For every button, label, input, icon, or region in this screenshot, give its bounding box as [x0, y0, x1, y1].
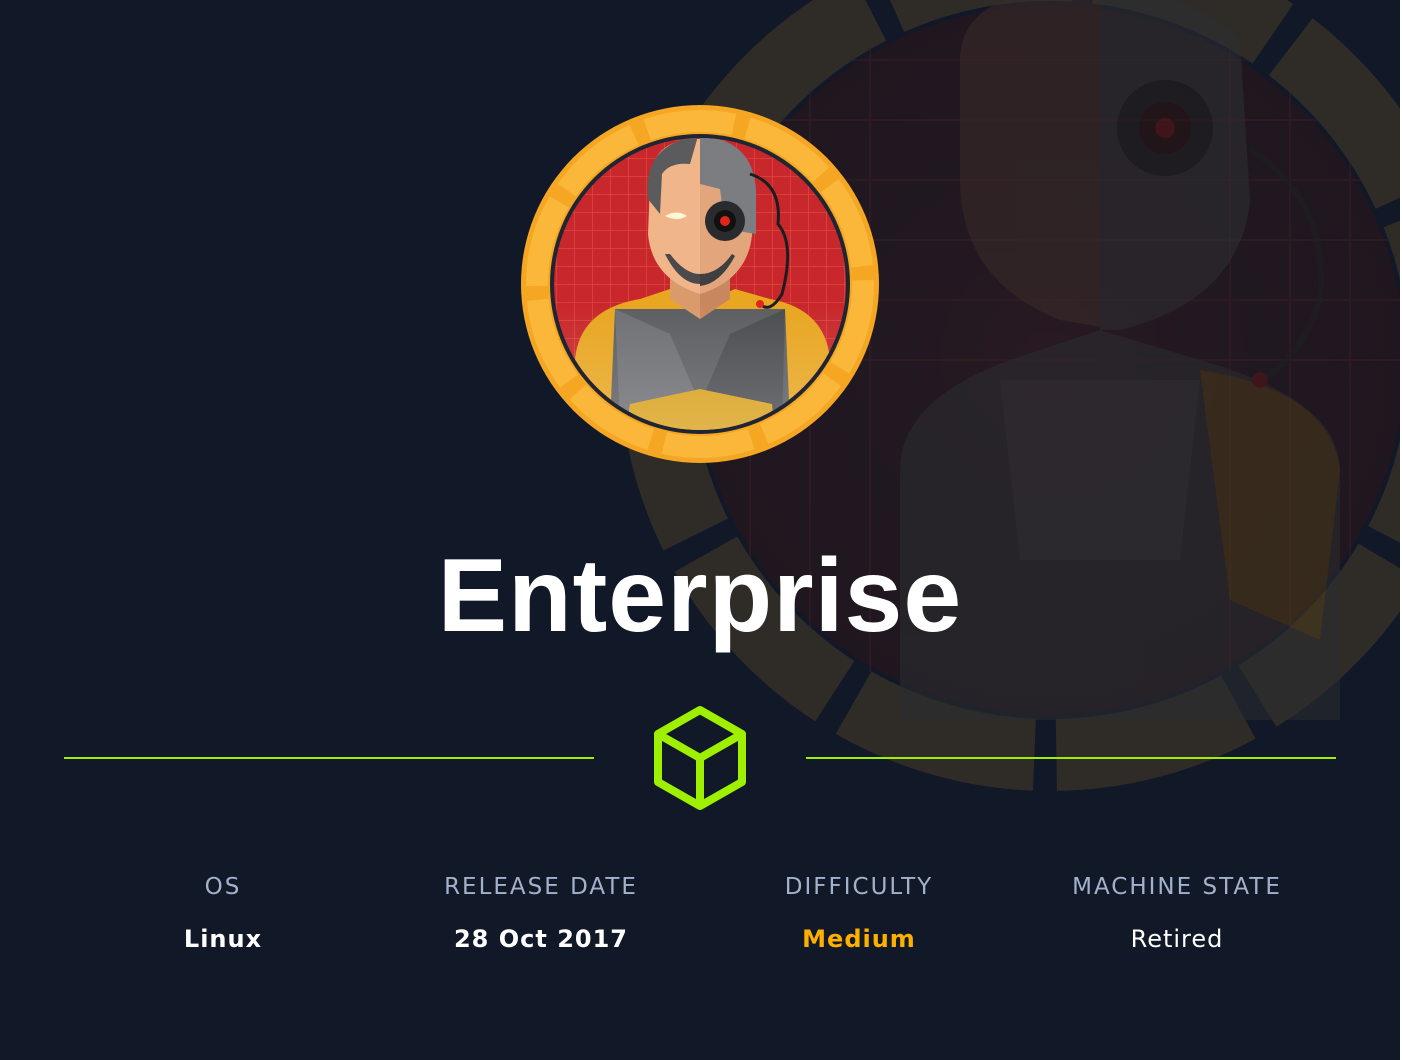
cube-icon [654, 706, 746, 810]
machine-card: Enterprise OS Linux RELEASE DATE 28 Oct … [0, 0, 1400, 1060]
divider-right [806, 757, 1336, 759]
stat-label: OS [204, 874, 242, 900]
machine-name: Enterprise [437, 538, 963, 654]
stat-value-os: Linux [183, 925, 263, 953]
cyborg-avatar-icon [521, 105, 879, 463]
stat-label: RELEASE DATE [444, 874, 638, 900]
stat-os: OS Linux [64, 872, 382, 955]
stat-difficulty: DIFFICULTY Medium [700, 872, 1018, 955]
stat-release-date: RELEASE DATE 28 Oct 2017 [382, 872, 700, 955]
divider-left [64, 757, 594, 759]
stat-value-difficulty: Medium [802, 925, 916, 953]
stat-machine-state: MACHINE STATE Retired [1018, 872, 1336, 955]
stat-value-machine-state: Retired [1130, 925, 1224, 953]
machine-stats: OS Linux RELEASE DATE 28 Oct 2017 DIFFIC… [64, 872, 1336, 962]
stat-label: DIFFICULTY [784, 874, 934, 900]
stat-value-release-date: 28 Oct 2017 [453, 925, 628, 953]
stat-label: MACHINE STATE [1072, 874, 1282, 900]
